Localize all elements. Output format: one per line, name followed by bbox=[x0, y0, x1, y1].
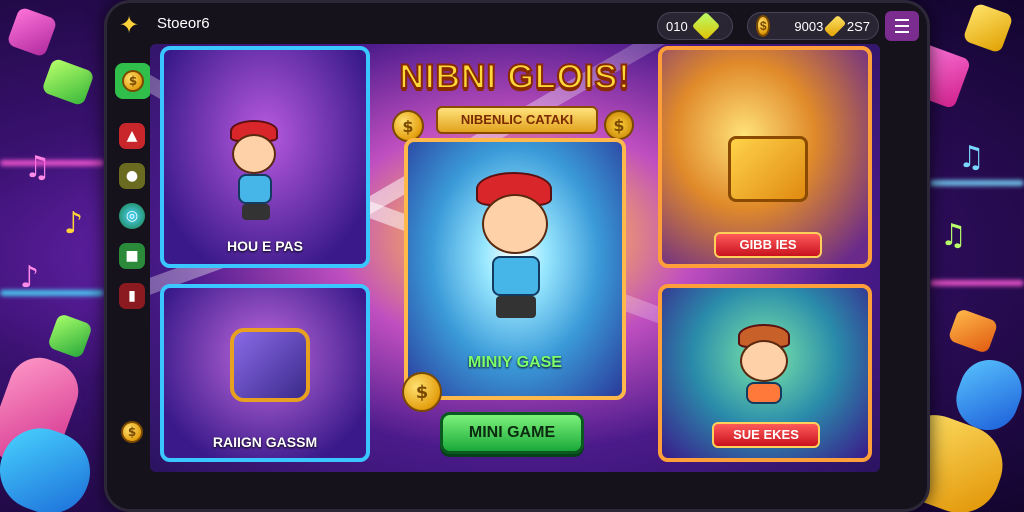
mini-game-button[interactable]: MINI GAME bbox=[440, 412, 584, 454]
card-bottom-left[interactable]: RAIIGN GASSM bbox=[160, 284, 370, 462]
sidebar: $ ▲ ● ◎ ■ ▮ $ bbox=[113, 59, 153, 459]
card-top-right[interactable]: GIBB IES bbox=[658, 46, 872, 268]
sub-banner: NIBENLIC CATAKI bbox=[436, 106, 598, 134]
pink-cube-decoration bbox=[6, 6, 58, 58]
card-center-label: MINIY GASE bbox=[468, 354, 562, 371]
card-bottom-right-button[interactable]: SUE EKES bbox=[712, 422, 820, 448]
top-bar: ✦ Stoeor6 010 $ 9003 2S7 bbox=[107, 3, 927, 47]
treasure-chest-icon bbox=[230, 328, 310, 402]
music-note-icon: ♫ bbox=[24, 150, 51, 185]
light-beam-decoration-3 bbox=[930, 180, 1024, 186]
currency-pill-a: 010 bbox=[657, 11, 733, 41]
card-top-left[interactable]: HOU E PAS bbox=[160, 46, 370, 268]
card-bottom-left-label: RAIIGN GASSM bbox=[212, 434, 318, 450]
light-beam-decoration-2 bbox=[0, 290, 104, 296]
headline-title: NIBNI GLOIS! bbox=[398, 57, 631, 97]
sidebar-item-globe[interactable]: ◎ bbox=[119, 203, 145, 229]
card-top-right-button[interactable]: GIBB IES bbox=[714, 232, 822, 258]
star-icon[interactable]: ✦ bbox=[119, 13, 143, 37]
currency-a-value: 010 bbox=[666, 18, 688, 34]
character-dancer bbox=[732, 324, 802, 414]
coin-icon-3: $ bbox=[121, 421, 143, 443]
sidebar-item-coin-bottom[interactable]: $ bbox=[119, 419, 145, 445]
menu-icon[interactable] bbox=[885, 11, 919, 41]
gem-icon bbox=[691, 11, 720, 41]
coin-icon-6: $ bbox=[402, 372, 442, 412]
card-bottom-right[interactable]: SUE EKES bbox=[658, 284, 872, 462]
gold-star-decoration bbox=[962, 2, 1014, 54]
sidebar-item-darkred[interactable]: ▮ bbox=[119, 283, 145, 309]
gift-box-icon bbox=[728, 136, 808, 202]
sidebar-item-green[interactable]: ■ bbox=[119, 243, 145, 269]
character-hero bbox=[468, 172, 568, 332]
currency-b-value: 9003 bbox=[794, 18, 824, 34]
light-beam-decoration-4 bbox=[930, 280, 1024, 286]
sidebar-coin-button[interactable]: $ bbox=[115, 63, 151, 99]
music-note-icon-4: ♫ bbox=[958, 140, 985, 175]
card-top-left-label: HOU E PAS bbox=[227, 238, 303, 254]
sidebar-item-red[interactable]: ▲ bbox=[119, 123, 145, 149]
character-avatar bbox=[224, 120, 294, 230]
currency-c-value: 2S7 bbox=[846, 18, 870, 34]
green-cube-decoration bbox=[41, 57, 95, 107]
currency-pill-b: $ 9003 2S7 bbox=[747, 12, 879, 40]
gem-icon-2 bbox=[823, 14, 847, 38]
orange-cube-decoration bbox=[947, 307, 999, 355]
coin-icon: $ bbox=[756, 15, 771, 37]
sidebar-item-olive[interactable]: ● bbox=[119, 163, 145, 189]
app-title: Stoeor6 bbox=[157, 15, 210, 32]
coin-icon-2: $ bbox=[122, 70, 144, 92]
card-center[interactable]: MINIY GASE bbox=[404, 138, 626, 400]
green-cube-decoration-2 bbox=[46, 312, 94, 360]
light-beam-decoration bbox=[0, 160, 104, 166]
music-note-icon-2: ♪ bbox=[64, 206, 84, 241]
coin-icon-5: $ bbox=[604, 110, 634, 140]
music-note-icon-5: ♫ bbox=[940, 218, 967, 253]
